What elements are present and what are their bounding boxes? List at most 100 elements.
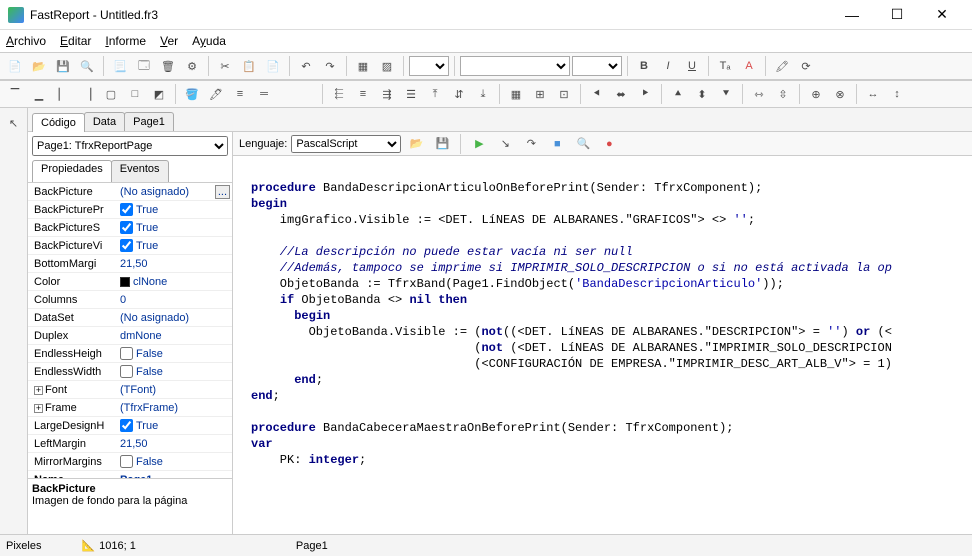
code-editor[interactable]: procedure BandaDescripcionArticuloOnBefo… <box>233 156 972 534</box>
subtab-eventos[interactable]: Eventos <box>111 160 169 182</box>
prop-row-Font[interactable]: +Font(TFont) <box>28 381 232 399</box>
maximize-button[interactable]: ☐ <box>875 1 919 29</box>
grid-fit-icon[interactable]: ⊡ <box>553 83 575 105</box>
menu-informe[interactable]: Informe <box>105 34 146 48</box>
pagesettings-icon[interactable]: ⚙ <box>181 55 203 77</box>
minimize-button[interactable]: — <box>830 1 874 29</box>
undo-icon[interactable]: ↶ <box>295 55 317 77</box>
objalign-top-icon[interactable]: ⯅ <box>667 83 689 105</box>
subtab-propiedades[interactable]: Propiedades <box>32 160 112 182</box>
deletepage-icon[interactable]: 🗑 <box>157 55 179 77</box>
menu-archivo[interactable]: Archivo <box>6 34 46 48</box>
frame-shadow-icon[interactable]: ◩ <box>148 83 170 105</box>
prop-check[interactable] <box>120 347 133 360</box>
italic-icon[interactable]: I <box>657 55 679 77</box>
prop-row-DataSet[interactable]: DataSet(No asignado) <box>28 309 232 327</box>
preview-icon[interactable]: 🔍 <box>76 55 98 77</box>
menu-ayuda[interactable]: Ayuda <box>192 34 226 48</box>
align-justify-icon[interactable]: ☰ <box>400 83 422 105</box>
prop-row-MirrorMargins[interactable]: MirrorMarginsFalse <box>28 453 232 471</box>
menu-editar[interactable]: Editar <box>60 34 91 48</box>
objalign-vcenter-icon[interactable]: ⬍ <box>691 83 713 105</box>
rotate-icon[interactable]: ⟳ <box>795 55 817 77</box>
prop-row-BackPictureVi[interactable]: BackPictureViTrue <box>28 237 232 255</box>
prop-check[interactable] <box>120 203 133 216</box>
prop-row-LargeDesignH[interactable]: LargeDesignHTrue <box>28 417 232 435</box>
prop-ellipsis-button[interactable]: ... <box>215 185 230 199</box>
grid-show-icon[interactable]: ▦ <box>505 83 527 105</box>
prop-row-BottomMargi[interactable]: BottomMargi21,50 <box>28 255 232 273</box>
framestyle-icon[interactable]: ≡ <box>229 83 251 105</box>
close-button[interactable]: ✕ <box>920 1 964 29</box>
align-middle-icon[interactable]: ⇵ <box>448 83 470 105</box>
prop-row-LeftMargin[interactable]: LeftMargin21,50 <box>28 435 232 453</box>
align-right-icon[interactable]: ⇶ <box>376 83 398 105</box>
prop-row-Duplex[interactable]: DuplexdmNone <box>28 327 232 345</box>
prop-row-EndlessWidth[interactable]: EndlessWidthFalse <box>28 363 232 381</box>
prop-row-EndlessHeigh[interactable]: EndlessHeighFalse <box>28 345 232 363</box>
frame-right-icon[interactable]: ▕ <box>76 83 98 105</box>
fillcolor-icon[interactable]: 🪣 <box>181 83 203 105</box>
grid-align-icon[interactable]: ⊞ <box>529 83 551 105</box>
frame-all-icon[interactable]: ▢ <box>100 83 122 105</box>
space-h-icon[interactable]: ⇿ <box>748 83 770 105</box>
prop-check[interactable] <box>120 239 133 252</box>
centerv-icon[interactable]: ⊗ <box>829 83 851 105</box>
prop-check[interactable] <box>120 221 133 234</box>
newpage-icon[interactable]: 📃 <box>109 55 131 77</box>
code-breakpoint-icon[interactable]: ● <box>598 133 620 155</box>
prop-row-Color[interactable]: ColorclNone <box>28 273 232 291</box>
cut-icon[interactable]: ✂ <box>214 55 236 77</box>
fontcond-icon[interactable]: Tₐ <box>714 55 736 77</box>
tab-codigo[interactable]: Código <box>32 113 85 132</box>
code-stepinto-icon[interactable]: ↘ <box>494 133 516 155</box>
code-eval-icon[interactable]: 🔍 <box>572 133 594 155</box>
frame-none-icon[interactable]: □ <box>124 83 146 105</box>
prop-row-BackPictureS[interactable]: BackPictureSTrue <box>28 219 232 237</box>
copy-icon[interactable]: 📋 <box>238 55 260 77</box>
new-icon[interactable]: 📄 <box>4 55 26 77</box>
code-run-icon[interactable]: ▶ <box>468 133 490 155</box>
code-save-icon[interactable]: 💾 <box>431 133 453 155</box>
align-bottom-icon[interactable]: ⤓ <box>472 83 494 105</box>
highlight-icon[interactable]: 🖍 <box>771 55 793 77</box>
zoom-combo[interactable] <box>409 56 449 76</box>
align-left-icon[interactable]: ⬱ <box>328 83 350 105</box>
objalign-left-icon[interactable]: ⯇ <box>586 83 608 105</box>
ungroup-icon[interactable]: ▨ <box>376 55 398 77</box>
underline-icon[interactable]: U <box>681 55 703 77</box>
prop-row-BackPicture[interactable]: BackPicture(No asignado)... <box>28 183 232 201</box>
prop-row-Frame[interactable]: +Frame(TfrxFrame) <box>28 399 232 417</box>
prop-row-Columns[interactable]: Columns0 <box>28 291 232 309</box>
sameheight-icon[interactable]: ↕ <box>886 83 908 105</box>
objalign-right-icon[interactable]: ⯈ <box>634 83 656 105</box>
framewidth-icon[interactable]: ═ <box>253 83 275 105</box>
tab-data[interactable]: Data <box>84 112 125 131</box>
samewidth-icon[interactable]: ↔ <box>862 83 884 105</box>
prop-check[interactable] <box>120 455 133 468</box>
tab-page1[interactable]: Page1 <box>124 112 174 131</box>
open-icon[interactable]: 📂 <box>28 55 50 77</box>
code-open-icon[interactable]: 📂 <box>405 133 427 155</box>
framecolor-icon[interactable]: 🖊 <box>205 83 227 105</box>
prop-row-Name[interactable]: NamePage1 <box>28 471 232 478</box>
property-grid[interactable]: BackPicture(No asignado)...BackPicturePr… <box>28 182 232 478</box>
prop-row-BackPicturePr[interactable]: BackPicturePrTrue <box>28 201 232 219</box>
fontcolor-icon[interactable]: A <box>738 55 760 77</box>
frame-left-icon[interactable]: ▏ <box>52 83 74 105</box>
space-v-icon[interactable]: ⇳ <box>772 83 794 105</box>
code-stop-icon[interactable]: ■ <box>546 133 568 155</box>
save-icon[interactable]: 💾 <box>52 55 74 77</box>
menu-ver[interactable]: Ver <box>160 34 178 48</box>
code-stepover-icon[interactable]: ↷ <box>520 133 542 155</box>
objalign-bottom-icon[interactable]: ⯆ <box>715 83 737 105</box>
lang-combo[interactable]: PascalScript <box>291 135 401 153</box>
object-combo[interactable]: Page1: TfrxReportPage <box>32 136 228 156</box>
frame-bottom-icon[interactable]: ▁ <box>28 83 50 105</box>
align-top-icon[interactable]: ⤒ <box>424 83 446 105</box>
bold-icon[interactable]: B <box>633 55 655 77</box>
redo-icon[interactable]: ↷ <box>319 55 341 77</box>
centerh-icon[interactable]: ⊕ <box>805 83 827 105</box>
group-icon[interactable]: ▦ <box>352 55 374 77</box>
font-combo[interactable] <box>460 56 570 76</box>
